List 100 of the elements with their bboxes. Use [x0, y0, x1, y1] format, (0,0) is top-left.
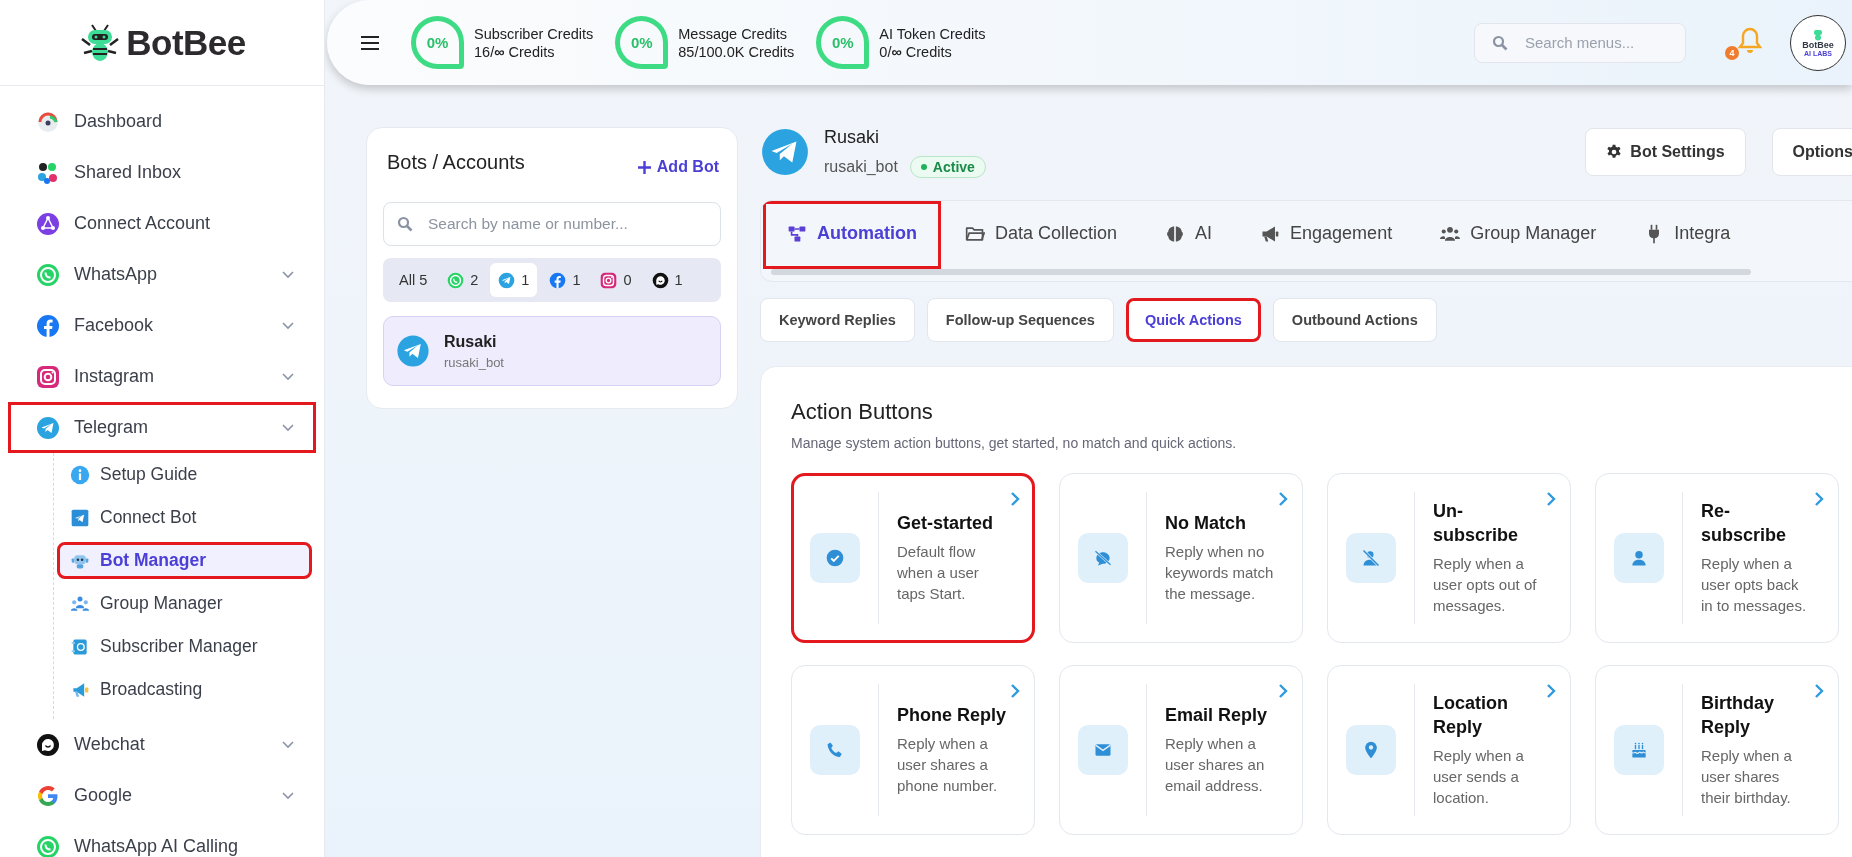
filter-tab[interactable]: 1 [541, 263, 589, 297]
search-icon [1492, 34, 1508, 51]
chevron-down-icon [282, 423, 294, 432]
subtab[interactable]: Quick Actions [1125, 298, 1261, 342]
bot-name: Rusaki [824, 126, 881, 148]
panel-title: Bots / Accounts [387, 150, 525, 174]
filter-tab[interactable]: All 5 [391, 263, 436, 297]
action-card[interactable]: Re-subscribe Reply when a user opts back in to messages. [1595, 473, 1839, 643]
search-field[interactable]: Search menus... [1474, 22, 1686, 63]
sidebar-subitem[interactable]: Broadcasting [57, 671, 312, 708]
card-description: Reply when a user opts out of messages. [1433, 553, 1538, 616]
checkmark-icon [825, 548, 845, 568]
sidebar-subitem[interactable]: Group Manager [57, 585, 312, 622]
credit-gauge: 0% [615, 16, 669, 69]
chevron-down-icon [282, 791, 294, 800]
credit-gauge: 0% [411, 16, 464, 69]
phone-bubble-icon [447, 271, 465, 289]
tab[interactable]: AI [1141, 201, 1237, 269]
chevron-right-icon [1546, 684, 1556, 698]
brand-name: BotBee [126, 22, 246, 63]
paper-plane-icon [36, 415, 60, 440]
sidebar-item[interactable]: Shared Inbox [8, 147, 316, 198]
card-description: Reply when a user sends a location. [1433, 745, 1525, 808]
credit-gauge: 0% [816, 16, 870, 69]
chevron-right-icon [1010, 492, 1020, 506]
chat-bubbles-icon [36, 160, 60, 185]
smiley-bubble-icon [36, 732, 60, 757]
action-card[interactable]: Phone Reply Reply when a user shares a phone number. [791, 665, 1035, 835]
add-bot-button[interactable]: Add Bot [637, 158, 719, 176]
credit-usage: 16/∞ Credits [474, 43, 556, 60]
menu-icon[interactable] [361, 35, 379, 50]
sidebar-item[interactable]: Webchat [8, 719, 316, 770]
action-card[interactable]: Location Reply Reply when a user sends a location. [1327, 665, 1571, 835]
credit-label: AI Token Credits [879, 25, 986, 42]
paper-plane-icon [70, 507, 90, 528]
chevron-right-icon [1814, 684, 1824, 698]
sidebar-subitem[interactable]: Subscriber Manager [57, 628, 312, 665]
sidebar-item[interactable]: Telegram [8, 402, 316, 453]
sidebar-item[interactable]: Instagram [8, 351, 316, 402]
card-title: Location Reply [1433, 692, 1509, 739]
subtab[interactable]: Keyword Replies [760, 298, 915, 342]
camera-icon [36, 364, 60, 389]
info-icon [70, 464, 90, 485]
sidebar-subitem[interactable]: Connect Bot [57, 499, 312, 536]
sidebar-subitem[interactable]: Bot Manager [57, 542, 312, 579]
network-icon [36, 211, 60, 236]
gauge-icon [36, 109, 60, 134]
subtab[interactable]: Follow-up Sequences [926, 298, 1114, 342]
plus-icon [637, 160, 651, 174]
sidebar-item[interactable]: WhatsApp AI Calling [8, 821, 316, 857]
chevron-down-icon [282, 321, 294, 330]
user-icon [1629, 548, 1649, 568]
tab[interactable]: Data Collection [941, 201, 1142, 269]
avatar-name: BotBee [1802, 40, 1834, 50]
action-card[interactable]: No Match Reply when no keywords match the message. [1059, 473, 1303, 643]
card-title: Un-subscribe [1433, 500, 1520, 547]
filter-tab[interactable]: 0 [592, 263, 640, 297]
chevron-right-icon [1010, 684, 1020, 698]
sidebar-item[interactable]: Facebook [8, 300, 316, 351]
action-card[interactable]: Birthday Reply Reply when a user shares their birthday. [1595, 665, 1839, 835]
facebook-icon [36, 313, 60, 338]
tab[interactable]: Automation [763, 201, 941, 269]
options-button[interactable]: Options [1771, 128, 1852, 176]
sidebar-item[interactable]: Google [8, 770, 316, 821]
tab[interactable]: Integra [1620, 201, 1755, 269]
settings-button[interactable]: Bot Settings [1585, 128, 1746, 176]
bot-handle: rusaki_bot [824, 157, 898, 176]
sidebar-item[interactable]: Dashboard [8, 96, 316, 147]
action-card[interactable]: Email Reply Reply when a user shares an email address. [1059, 665, 1303, 835]
cake-icon [1629, 740, 1649, 760]
search-field[interactable]: Search by name or number... [383, 202, 721, 246]
muted-speech-bubble-icon [1093, 548, 1113, 568]
filter-tab[interactable]: 2 [439, 263, 487, 297]
phone-bubble-icon [36, 262, 60, 287]
chevron-right-icon [1546, 492, 1556, 506]
action-card[interactable]: Un-subscribe Reply when a user opts out of messages. [1327, 473, 1571, 643]
section-subtitle: Manage system action buttons, get started, no match and quick actions. [791, 435, 1238, 451]
notification-badge: 4 [1725, 45, 1739, 60]
sidebar-item[interactable]: Connect Account [8, 198, 316, 249]
card-title: Phone Reply [897, 703, 1008, 727]
tab[interactable]: Engagement [1236, 201, 1417, 269]
paper-plane-icon [498, 271, 516, 289]
sidebar-subitem[interactable]: Setup Guide [57, 456, 312, 493]
filter-tab[interactable]: 1 [643, 263, 691, 297]
camera-icon [600, 271, 618, 289]
card-title: Birthday Reply [1701, 692, 1775, 739]
facebook-icon [549, 271, 567, 289]
card-description: Reply when a user opts back in to messages. [1701, 553, 1808, 616]
bot-list-item[interactable]: Rusaki rusaki_bot [383, 316, 721, 386]
card-description: Default flow when a user taps Start. [897, 542, 980, 605]
subtab[interactable]: Outbound Actions [1272, 298, 1437, 342]
card-description: Reply when a user shares their birthday. [1701, 745, 1793, 808]
sidebar-item[interactable]: WhatsApp [8, 249, 316, 300]
paper-plane-icon [760, 127, 810, 177]
card-title: Email Reply [1165, 703, 1269, 727]
chevron-down-icon [282, 270, 294, 279]
card-description: Reply when a user shares a phone number. [897, 734, 999, 797]
filter-tab[interactable]: 1 [490, 263, 538, 297]
action-card[interactable]: Get-started Default flow when a user taps Start. [791, 473, 1035, 643]
tab[interactable]: Group Manager [1416, 201, 1621, 269]
